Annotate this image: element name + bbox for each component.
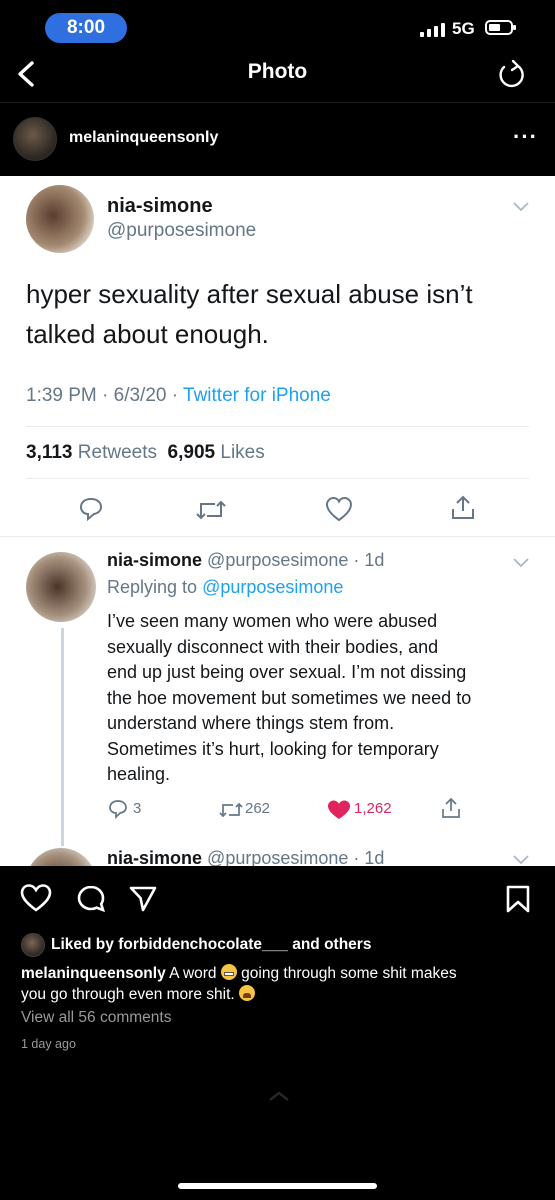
reply-icon bbox=[109, 800, 127, 819]
status-time: 8:00 bbox=[45, 13, 127, 43]
tweet-counts: 3,113 Retweets 6,905 Likes bbox=[26, 442, 265, 463]
tweet-text: hyper sexuality after sexual abuse isn’t… bbox=[26, 279, 473, 349]
chevron-down-icon bbox=[513, 202, 529, 212]
like-icon[interactable] bbox=[20, 883, 52, 913]
chevron-down-icon bbox=[513, 855, 529, 865]
view-all-comments-link[interactable]: View all 56 comments bbox=[21, 1009, 171, 1027]
chevron-up-icon bbox=[269, 1091, 289, 1101]
poster-avatar[interactable] bbox=[13, 117, 57, 161]
network-label: 5G bbox=[452, 19, 475, 38]
post-image: nia-simone @purposesimone hyper sexualit… bbox=[0, 176, 555, 866]
reply2-avatar bbox=[26, 848, 96, 866]
share-icon bbox=[452, 495, 474, 519]
liker-avatar[interactable] bbox=[21, 933, 45, 957]
tweet-divider bbox=[0, 536, 555, 537]
liked-by-user[interactable]: forbiddenchocolate___ bbox=[118, 936, 288, 953]
liked-by: Liked by forbiddenchocolate___ and other… bbox=[51, 936, 372, 953]
tweet-timestamp: 1:39 PM · 6/3/20 · Twitter for iPhone bbox=[26, 385, 331, 406]
page-title: Photo bbox=[247, 60, 308, 83]
grimacing-emoji-icon bbox=[220, 964, 237, 980]
share-icon bbox=[442, 797, 460, 818]
bookmark-icon[interactable] bbox=[505, 884, 531, 914]
tweet-display-name: nia-simone bbox=[107, 195, 213, 217]
signal-icon bbox=[420, 23, 445, 37]
reply-icon bbox=[79, 497, 103, 522]
tweet-avatar bbox=[26, 185, 94, 253]
more-options-icon[interactable]: ··· bbox=[513, 124, 538, 150]
battery-icon bbox=[485, 20, 516, 35]
comment-icon[interactable] bbox=[76, 884, 106, 914]
thread-line bbox=[61, 628, 64, 846]
reply-retweet-count: 262 bbox=[245, 800, 271, 817]
tweet-handle: @purposesimone bbox=[107, 220, 257, 241]
caption-username[interactable]: melaninqueensonly bbox=[21, 965, 166, 982]
tired-face-emoji-icon bbox=[239, 985, 255, 1001]
nav-divider bbox=[0, 102, 555, 103]
post-caption: melaninqueensonly A word going through s… bbox=[21, 964, 457, 1003]
reply-header: nia-simone @purposesimone · 1d bbox=[107, 550, 385, 570]
replying-to: Replying to @purposesimone bbox=[107, 577, 344, 597]
tweet-divider bbox=[26, 478, 529, 479]
post-time: 1 day ago bbox=[21, 1037, 76, 1051]
reply2-header: nia-simone @purposesimone · 1d bbox=[107, 848, 385, 866]
chevron-down-icon bbox=[513, 558, 529, 568]
home-indicator[interactable] bbox=[178, 1183, 377, 1189]
reply-text: I’ve seen many women who were abused sex… bbox=[107, 611, 472, 784]
heart-icon bbox=[325, 496, 353, 522]
reply-avatar bbox=[26, 552, 96, 622]
heart-filled-icon bbox=[328, 800, 350, 819]
send-icon[interactable] bbox=[128, 885, 158, 913]
reply-count: 3 bbox=[133, 800, 142, 817]
poster-username[interactable]: melaninqueensonly bbox=[69, 129, 218, 147]
retweet-icon bbox=[196, 500, 226, 520]
liked-by-others[interactable]: others bbox=[324, 936, 371, 953]
retweet-icon bbox=[219, 802, 243, 818]
reply-like-count: 1,262 bbox=[354, 800, 392, 817]
tweet-divider bbox=[26, 426, 529, 427]
refresh-icon[interactable] bbox=[495, 58, 527, 90]
